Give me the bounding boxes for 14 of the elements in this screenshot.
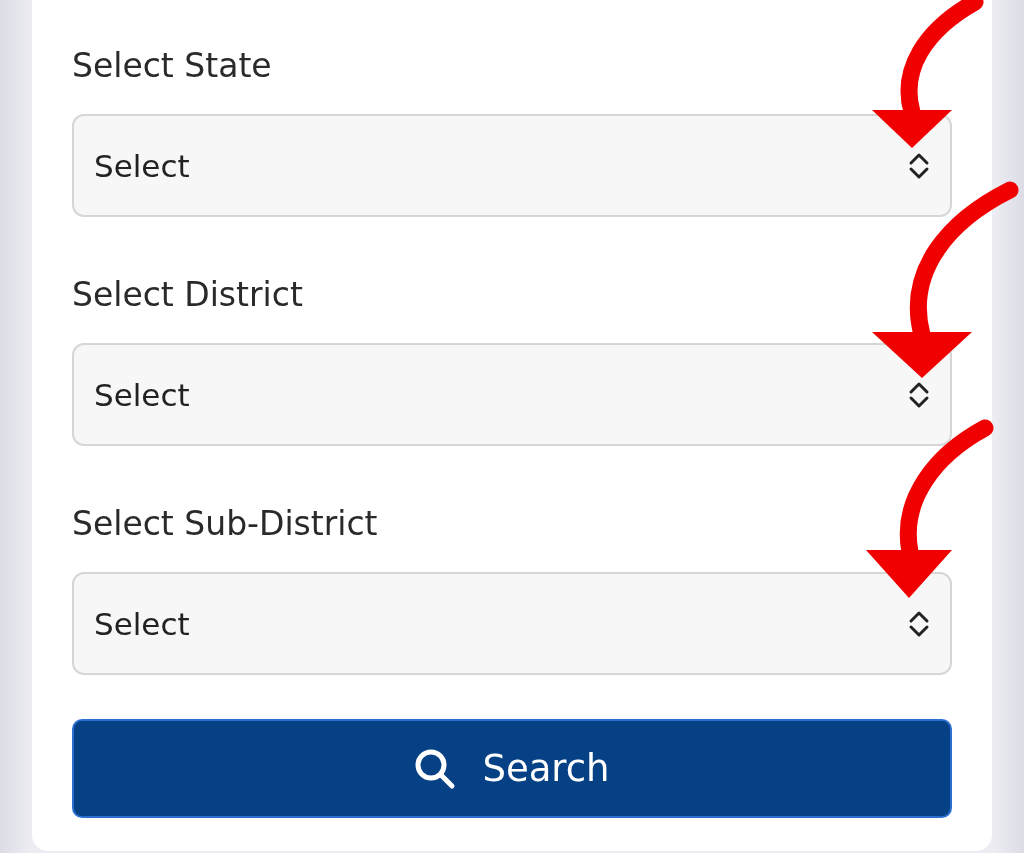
select-dropdown[interactable]: Select [72,114,952,217]
curved-arrow-icon [866,419,994,598]
search-button[interactable]: Search [72,719,952,818]
curved-arrow-icon [872,181,1019,378]
chevron-up-down-icon [908,609,930,638]
search-icon [414,747,457,790]
field-label: Select Sub-District [72,503,378,545]
select-dropdown[interactable]: Select [72,343,952,446]
chevron-up-down-icon [908,151,930,180]
curved-arrow-icon [872,0,984,148]
select-dropdown[interactable]: Select [72,572,952,675]
chevron-up-down-icon [908,380,930,409]
field-label: Select District [72,274,303,316]
field-label: Select State [72,45,272,87]
